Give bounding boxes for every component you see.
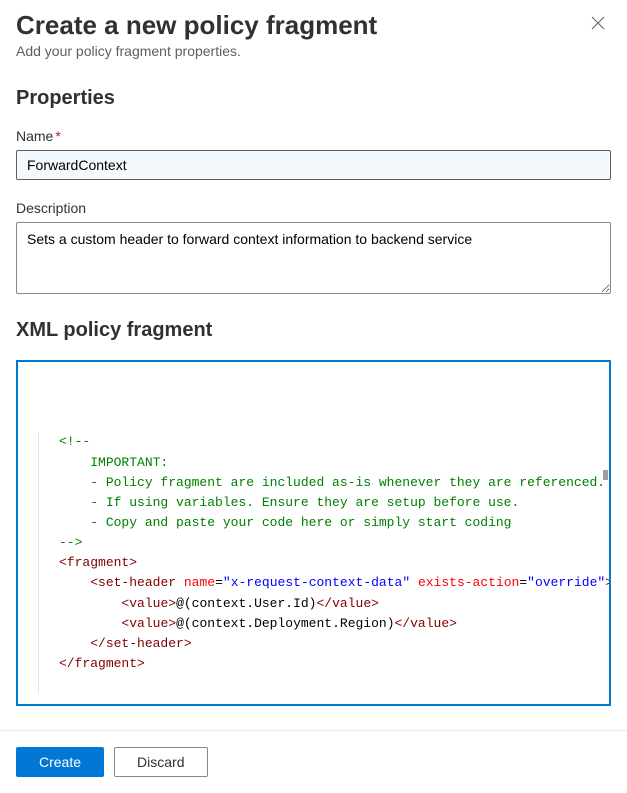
name-input[interactable]: [16, 150, 611, 180]
code-line: [38, 674, 603, 694]
code-line: <value>@(context.User.Id)</value>: [38, 594, 603, 614]
code-line: IMPORTANT:: [38, 453, 603, 473]
close-button[interactable]: [585, 10, 611, 40]
code-line: <!--: [38, 432, 603, 452]
name-label: Name*: [16, 128, 611, 144]
description-input[interactable]: Sets a custom header to forward context …: [16, 222, 611, 294]
create-button[interactable]: Create: [16, 747, 104, 777]
xml-code-editor[interactable]: <!-- IMPORTANT: - Policy fragment are in…: [16, 360, 611, 706]
panel-subtitle: Add your policy fragment properties.: [16, 43, 611, 59]
panel-body: Create a new policy fragment Add your po…: [0, 0, 627, 706]
discard-button[interactable]: Discard: [114, 747, 207, 777]
xml-heading: XML policy fragment: [16, 319, 611, 342]
code-line: <fragment>: [38, 553, 603, 573]
description-label: Description: [16, 200, 611, 216]
close-icon: [591, 16, 605, 30]
editor-scrollbar-marker: [603, 470, 608, 480]
code-line: </set-header>: [38, 634, 603, 654]
code-line: <set-header name="x-request-context-data…: [38, 573, 603, 593]
code-line: -->: [38, 533, 603, 553]
panel-header: Create a new policy fragment: [16, 0, 611, 43]
code-line: - If using variables. Ensure they are se…: [38, 493, 603, 513]
properties-heading: Properties: [16, 87, 611, 110]
required-indicator: *: [55, 128, 60, 144]
code-line: </fragment>: [38, 654, 603, 674]
description-field: Description Sets a custom header to forw…: [16, 200, 611, 299]
panel-footer: Create Discard: [0, 730, 627, 793]
code-line: <value>@(context.Deployment.Region)</val…: [38, 614, 603, 634]
panel-title: Create a new policy fragment: [16, 10, 377, 41]
name-field: Name*: [16, 128, 611, 180]
name-label-text: Name: [16, 128, 53, 144]
code-line: - Policy fragment are included as-is whe…: [38, 473, 603, 493]
code-line: - Copy and paste your code here or simpl…: [38, 513, 603, 533]
